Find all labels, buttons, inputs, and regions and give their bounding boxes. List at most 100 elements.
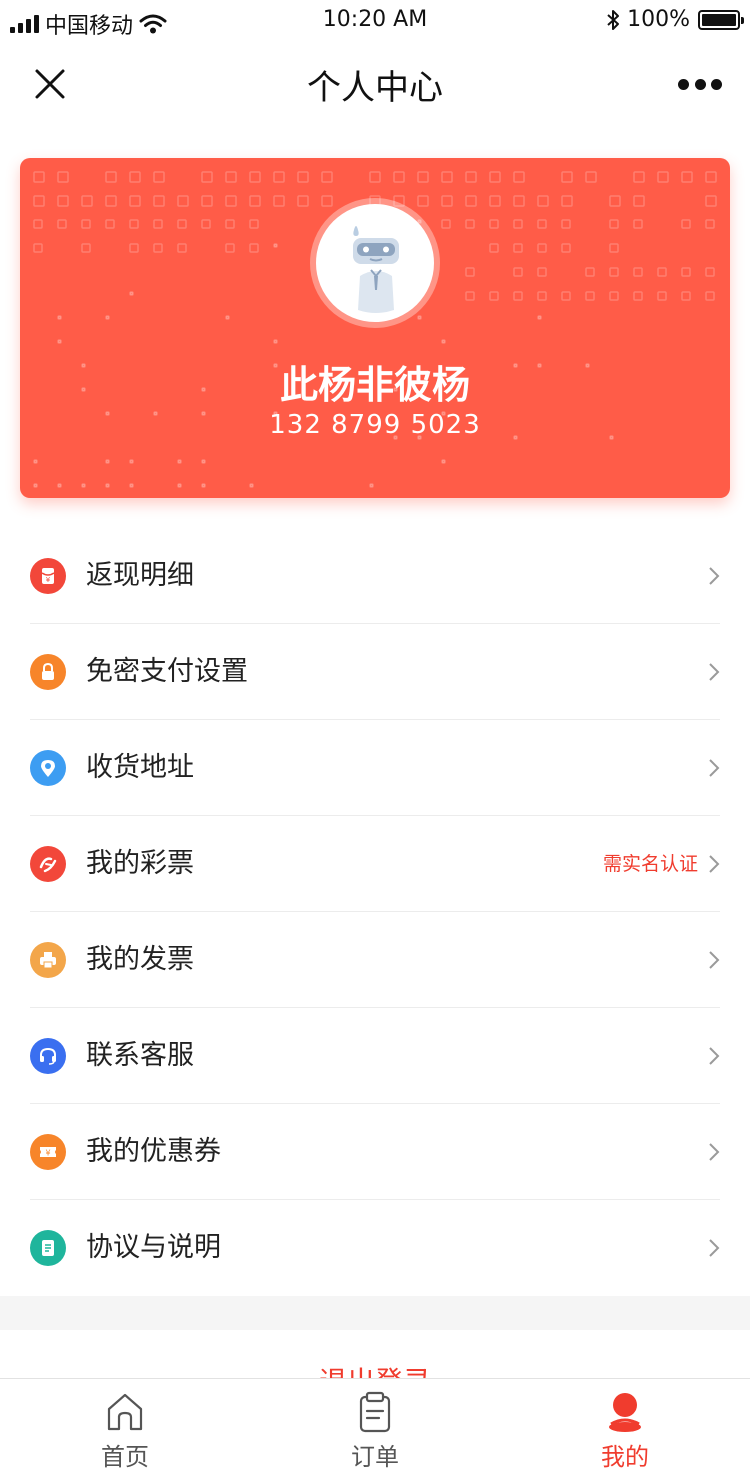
- pattern-square: [417, 315, 422, 320]
- chevron-right-icon: [709, 759, 720, 777]
- pattern-square: [417, 171, 429, 183]
- more-icon[interactable]: [678, 68, 722, 100]
- pattern-square: [513, 171, 525, 183]
- logout-label: 退出登录: [319, 1360, 431, 1378]
- pattern-square: [273, 339, 278, 344]
- menu-item-label: 收货地址: [86, 752, 194, 783]
- menu-item-agreements[interactable]: 协议与说明: [0, 1200, 750, 1296]
- menu-item-label: 联系客服: [86, 1040, 194, 1071]
- pattern-square: [105, 315, 110, 320]
- chevron-right-icon: [709, 1047, 720, 1065]
- pattern-square: [177, 483, 182, 488]
- pattern-square: [129, 483, 134, 488]
- avatar[interactable]: [316, 204, 434, 322]
- coupon-icon: ¥: [30, 1134, 66, 1170]
- menu-list: ¥ 返现明细 免密支付设置 收货地址 我的彩票 需实名认证 我的发票 联系客服 …: [0, 528, 750, 1296]
- pattern-square: [489, 171, 501, 183]
- pattern-square: [537, 291, 547, 301]
- pattern-square: [465, 195, 477, 207]
- pattern-square: [681, 267, 691, 277]
- location-pin-icon: [30, 750, 66, 786]
- lottery-icon: [30, 846, 66, 882]
- pattern-square: [609, 291, 619, 301]
- menu-item-label: 我的彩票: [86, 848, 194, 879]
- pattern-square: [633, 291, 643, 301]
- menu-item-invoice[interactable]: 我的发票: [0, 912, 750, 1008]
- tab-orders[interactable]: 订单: [250, 1379, 500, 1476]
- pattern-square: [249, 171, 261, 183]
- menu-item-customer-service[interactable]: 联系客服: [0, 1008, 750, 1104]
- pattern-square: [681, 291, 691, 301]
- chevron-right-icon: [709, 855, 720, 873]
- pattern-square: [321, 195, 333, 207]
- pattern-square: [537, 243, 547, 253]
- pattern-square: [273, 243, 278, 248]
- pattern-square: [57, 483, 62, 488]
- pattern-square: [225, 195, 237, 207]
- chevron-right-icon: [709, 567, 720, 585]
- pattern-square: [81, 219, 91, 229]
- profile-icon: [609, 1393, 641, 1432]
- pattern-square: [57, 219, 67, 229]
- pattern-square: [609, 195, 621, 207]
- battery-icon: [698, 9, 744, 30]
- tab-label: 首页: [101, 1443, 149, 1471]
- menu-item-shipping-address[interactable]: 收货地址: [0, 720, 750, 816]
- pattern-square: [249, 483, 254, 488]
- pattern-square: [33, 243, 43, 253]
- pattern-square: [249, 195, 261, 207]
- chevron-right-icon: [709, 1143, 720, 1161]
- section-gap: [0, 1296, 750, 1330]
- logout-button[interactable]: 退出登录: [0, 1330, 750, 1378]
- pattern-square: [297, 195, 309, 207]
- page-title: 个人中心: [307, 68, 443, 108]
- headset-icon: [30, 1038, 66, 1074]
- pattern-square: [705, 267, 715, 277]
- avatar-ring: [310, 198, 440, 328]
- pattern-square: [537, 267, 547, 277]
- menu-item-lottery[interactable]: 我的彩票 需实名认证: [0, 816, 750, 912]
- home-icon: [107, 1393, 143, 1431]
- tab-mine[interactable]: 我的: [500, 1379, 750, 1476]
- pattern-square: [153, 219, 163, 229]
- pattern-square: [585, 171, 597, 183]
- battery-percent: 100%: [627, 7, 690, 32]
- pattern-square: [513, 291, 523, 301]
- menu-item-cashback[interactable]: ¥ 返现明细: [0, 528, 750, 624]
- pattern-square: [705, 171, 717, 183]
- pattern-square: [513, 243, 523, 253]
- pattern-square: [561, 243, 571, 253]
- tab-bar: 首页 订单 我的: [0, 1378, 750, 1476]
- tab-label: 订单: [351, 1443, 399, 1471]
- pattern-square: [633, 219, 643, 229]
- menu-item-label: 我的发票: [86, 944, 194, 975]
- printer-icon: [30, 942, 66, 978]
- username: 此杨非彼杨: [279, 363, 470, 407]
- pattern-square: [177, 219, 187, 229]
- pattern-square: [609, 219, 619, 229]
- order-icon: [359, 1391, 391, 1433]
- pattern-square: [105, 219, 115, 229]
- pattern-square: [33, 195, 45, 207]
- pattern-square: [177, 459, 182, 464]
- bluetooth-icon: [607, 9, 620, 30]
- pattern-square: [129, 195, 141, 207]
- menu-item-coupons[interactable]: ¥ 我的优惠券: [0, 1104, 750, 1200]
- pattern-square: [249, 219, 259, 229]
- tab-home[interactable]: 首页: [0, 1379, 250, 1476]
- pattern-square: [537, 315, 542, 320]
- svg-text:¥: ¥: [46, 576, 51, 584]
- pattern-square: [465, 291, 475, 301]
- pattern-square: [297, 171, 309, 183]
- pattern-square: [657, 291, 667, 301]
- pattern-square: [561, 171, 573, 183]
- pattern-square: [633, 195, 645, 207]
- pattern-square: [441, 195, 453, 207]
- pattern-square: [201, 171, 213, 183]
- pattern-square: [513, 195, 525, 207]
- menu-item-label: 免密支付设置: [86, 656, 248, 687]
- menu-item-password-free-payment[interactable]: 免密支付设置: [0, 624, 750, 720]
- red-envelope-icon: ¥: [30, 558, 66, 594]
- pattern-square: [33, 171, 45, 183]
- menu-item-label: 协议与说明: [86, 1232, 221, 1263]
